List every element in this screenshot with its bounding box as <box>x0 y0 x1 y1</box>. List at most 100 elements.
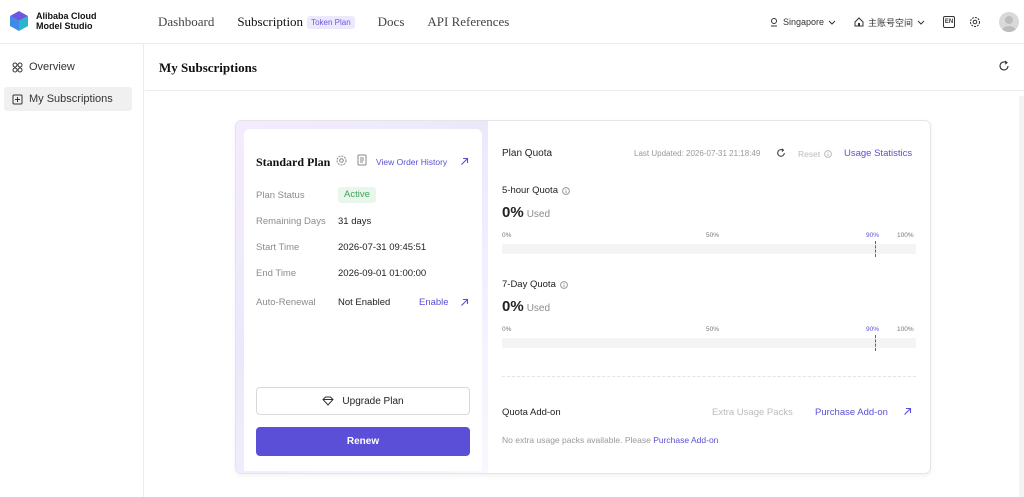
gear-icon[interactable] <box>336 155 347 166</box>
plan-details: Standard Plan View Order History Plan St… <box>244 129 482 471</box>
scrollbar[interactable] <box>1019 96 1024 497</box>
info-icon <box>824 150 833 158</box>
user-avatar[interactable] <box>999 12 1019 32</box>
end-time-value: 2026-09-01 01:00:00 <box>338 268 427 279</box>
seven-day-threshold-marker <box>874 335 876 351</box>
refresh-icon[interactable] <box>776 148 786 158</box>
five-hour-quota-percent: 0% Used <box>502 204 550 221</box>
plan-status-label: Plan Status <box>256 190 305 201</box>
sidebar-item-label: Overview <box>29 61 75 73</box>
home-icon <box>854 17 864 27</box>
sidebar-item-my-subscriptions[interactable]: My Subscriptions <box>4 87 132 111</box>
addon-note-text: No extra usage packs available. Please <box>502 435 654 445</box>
nav-subscription[interactable]: Subscription Token Plan <box>237 14 355 30</box>
info-icon[interactable] <box>562 186 570 195</box>
refresh-icon[interactable] <box>998 60 1010 72</box>
seven-day-used-label: Used <box>526 303 551 314</box>
workspace-selector[interactable]: 主账号空间 <box>854 16 929 29</box>
nav-docs[interactable]: Docs <box>378 14 405 30</box>
external-link-icon[interactable] <box>460 298 469 307</box>
tick-90: 90% <box>866 326 880 333</box>
tick-50: 50% <box>706 232 720 239</box>
tick-100: 100% <box>897 326 914 333</box>
remaining-days-value: 31 days <box>338 216 372 227</box>
addon-empty-note: No extra usage packs available. Please P… <box>502 435 718 445</box>
seven-day-quota-label: 7-Day Quota <box>502 279 568 290</box>
main-nav: Dashboard Subscription Token Plan Docs A… <box>158 0 532 44</box>
purchase-addon-inline-link[interactable]: Purchase Add-on <box>653 435 718 445</box>
token-plan-badge: Token Plan <box>307 15 355 29</box>
info-icon[interactable] <box>559 280 568 289</box>
tick-50: 50% <box>706 326 720 333</box>
gear-icon <box>970 17 980 27</box>
settings-button[interactable] <box>969 16 985 28</box>
brand-line1: Alibaba Cloud <box>36 11 97 21</box>
external-link-icon[interactable] <box>460 157 469 166</box>
diamond-icon <box>322 396 335 406</box>
seven-day-quota-text: 7-Day Quota <box>502 279 556 290</box>
status-badge: Active <box>338 187 376 203</box>
reset-button[interactable]: Reset <box>798 149 833 159</box>
seven-day-percent-value: 0% <box>502 298 524 315</box>
nav-dashboard[interactable]: Dashboard <box>158 14 214 30</box>
quota-panel: Plan Quota Last Updated: 2026-07-31 21:1… <box>488 121 930 473</box>
reset-label: Reset <box>798 149 821 159</box>
page-title: My Subscriptions <box>159 60 257 75</box>
renew-label: Renew <box>346 436 380 447</box>
auto-renewal-value: Not Enabled <box>338 297 391 308</box>
plan-quota-title: Plan Quota <box>502 148 553 159</box>
region-selector[interactable]: Singapore <box>769 17 840 27</box>
plan-panel: Standard Plan View Order History Plan St… <box>236 121 488 473</box>
nav-dashboard-label: Dashboard <box>158 14 215 29</box>
tick-90: 90% <box>866 232 880 239</box>
remaining-days-label: Remaining Days <box>256 216 326 227</box>
subscription-card: Standard Plan View Order History Plan St… <box>235 120 931 474</box>
five-hour-quota-text: 5-hour Quota <box>502 185 558 196</box>
auto-renewal-label: Auto-Renewal <box>256 297 316 308</box>
sidebar-item-overview[interactable]: Overview <box>4 55 132 79</box>
enable-renewal-link[interactable]: Enable <box>419 297 449 308</box>
nav-api-references[interactable]: API References <box>427 14 509 30</box>
seven-day-quota-percent: 0% Used <box>502 298 550 315</box>
chevron-down-icon <box>917 20 925 25</box>
five-hour-used-label: Used <box>526 209 551 220</box>
language-icon: EN <box>943 16 955 28</box>
top-bar: Alibaba Cloud Model Studio Dashboard Sub… <box>0 0 1024 44</box>
document-icon[interactable] <box>357 154 367 166</box>
usage-statistics-link[interactable]: Usage Statistics <box>844 148 912 159</box>
upgrade-plan-button[interactable]: Upgrade Plan <box>256 387 470 415</box>
language-switch[interactable]: EN <box>943 16 955 28</box>
tick-0: 0% <box>502 326 512 333</box>
subscription-icon <box>12 94 23 104</box>
view-order-history-link[interactable]: View Order History <box>376 157 447 167</box>
five-hour-quota-label: 5-hour Quota <box>502 185 570 196</box>
nav-api-label: API References <box>427 14 510 29</box>
last-updated-text: Last Updated: 2026-07-31 21:18:49 <box>634 149 761 158</box>
section-divider <box>502 376 916 377</box>
page-header: My Subscriptions <box>145 44 1024 91</box>
upgrade-plan-label: Upgrade Plan <box>342 395 404 407</box>
five-hour-percent-value: 0% <box>502 204 524 221</box>
sidebar-item-label: My Subscriptions <box>29 93 113 105</box>
seven-day-quota-bar <box>502 335 916 351</box>
purchase-addon-link[interactable]: Purchase Add-on <box>815 407 888 418</box>
region-label: Singapore <box>782 17 824 27</box>
sidebar: Overview My Subscriptions <box>0 44 144 497</box>
renew-button[interactable]: Renew <box>256 427 470 456</box>
model-studio-logo-icon <box>8 10 30 32</box>
location-pin-icon <box>770 18 777 27</box>
tick-100: 100% <box>897 232 914 239</box>
overview-grid-icon <box>12 62 23 72</box>
brand-line2: Model Studio <box>36 21 93 31</box>
external-link-icon[interactable] <box>903 407 912 416</box>
nav-docs-label: Docs <box>377 14 405 29</box>
extra-usage-packs-tab[interactable]: Extra Usage Packs <box>712 407 793 418</box>
start-time-value: 2026-07-31 09:45:51 <box>338 242 427 253</box>
plan-name: Standard Plan <box>256 155 331 169</box>
brand-logo[interactable]: Alibaba Cloud Model Studio <box>8 10 97 32</box>
user-icon <box>1002 16 1016 32</box>
five-hour-threshold-marker <box>874 241 876 257</box>
workspace-label: 主账号空间 <box>867 17 913 28</box>
end-time-label: End Time <box>256 268 297 279</box>
tick-0: 0% <box>502 232 512 239</box>
